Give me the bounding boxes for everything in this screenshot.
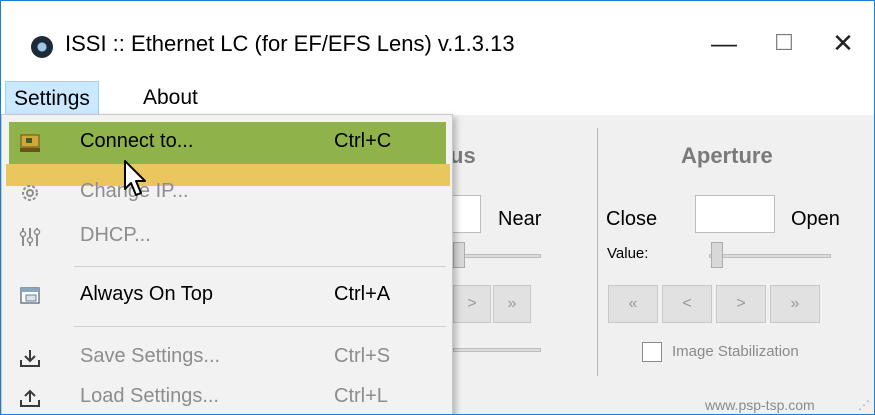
menu-item-shortcut: Ctrl+S	[334, 345, 391, 367]
menu-item-label: Always On Top	[80, 283, 214, 305]
menu-item-label: Load Settings...	[80, 385, 219, 407]
focus-lower-slider[interactable]	[453, 348, 541, 352]
menu-item-label: DHCP...	[80, 224, 151, 246]
menu-item-label: Connect to...	[80, 130, 194, 152]
aperture-slider-track[interactable]	[709, 254, 831, 258]
menu-item-load-settings[interactable]: Load Settings... Ctrl+L	[2, 377, 452, 414]
aperture-next-button[interactable]: >	[716, 285, 766, 323]
menu-item-shortcut: Ctrl+A	[334, 283, 391, 305]
focus-title-fragment: us	[450, 143, 476, 168]
website-link[interactable]: www.psp-tsp.com	[705, 397, 815, 413]
app-lens-icon	[31, 36, 53, 58]
menu-item-label: Save Settings...	[80, 345, 221, 367]
menu-item-shortcut: Ctrl+L	[334, 385, 388, 407]
connect-icon	[18, 131, 42, 155]
aperture-last-button[interactable]: »	[770, 285, 820, 323]
menu-item-always-on-top[interactable]: Always On Top Ctrl+A	[2, 275, 452, 317]
menu-separator	[74, 266, 446, 267]
menu-item-shortcut: Ctrl+C	[334, 130, 392, 152]
save-icon	[18, 346, 42, 370]
network-icon	[18, 225, 42, 249]
image-stabilization-checkbox[interactable]	[642, 342, 662, 362]
image-stabilization-label: Image Stabilization	[672, 343, 799, 360]
maximize-button[interactable]: ☐	[754, 23, 814, 63]
focus-next-button[interactable]: >	[453, 285, 491, 323]
minimize-button[interactable]: —	[694, 23, 754, 63]
mouse-cursor-icon	[124, 160, 146, 196]
aperture-first-button[interactable]: «	[608, 285, 658, 323]
menu-item-save-settings[interactable]: Save Settings... Ctrl+S	[2, 337, 452, 379]
aperture-value-box[interactable]	[695, 195, 775, 233]
focus-slider-thumb[interactable]	[453, 242, 465, 268]
aperture-prev-button[interactable]: <	[662, 285, 712, 323]
settings-dropdown-menu: Connect to... Ctrl+C Change IP... DHCP..…	[1, 114, 453, 414]
load-icon	[18, 386, 42, 410]
title-bar[interactable]: ISSI :: Ethernet LC (for EF/EFS Lens) v.…	[1, 1, 874, 81]
panel-divider	[597, 128, 598, 376]
near-label: Near	[498, 208, 542, 230]
aperture-title: Aperture	[681, 143, 773, 168]
focus-slider-track[interactable]	[453, 254, 541, 258]
menu-item-connect[interactable]: Connect to... Ctrl+C	[2, 122, 452, 164]
aperture-slider-thumb[interactable]	[711, 242, 723, 268]
close-button[interactable]: ✕	[813, 23, 873, 63]
resize-grip[interactable]: ⋰	[858, 398, 870, 412]
value-label: Value:	[607, 245, 649, 262]
menu-item-change-ip[interactable]: Change IP...	[2, 172, 452, 214]
menu-about[interactable]: About	[135, 81, 206, 115]
menu-bar	[1, 81, 874, 115]
menu-settings[interactable]: Settings	[5, 81, 99, 115]
gear-icon	[18, 181, 42, 205]
menu-item-dhcp[interactable]: DHCP...	[2, 216, 452, 258]
window-icon	[18, 284, 42, 308]
menu-separator	[74, 326, 446, 327]
open-label: Open	[791, 208, 840, 230]
close-label: Close	[606, 208, 658, 230]
window-title: ISSI :: Ethernet LC (for EF/EFS Lens) v.…	[65, 31, 515, 56]
app-window: ISSI :: Ethernet LC (for EF/EFS Lens) v.…	[0, 0, 875, 415]
focus-fast-forward-button[interactable]: »	[493, 285, 531, 323]
